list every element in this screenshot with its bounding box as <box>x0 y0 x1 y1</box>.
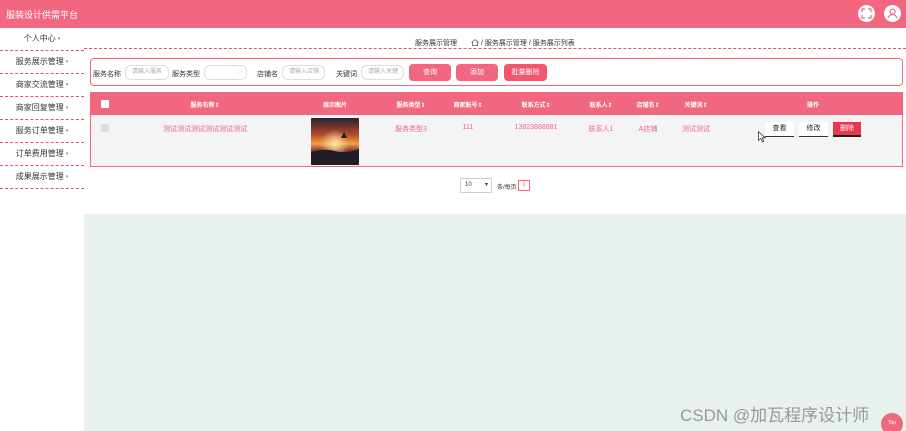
app-title: 服装设计供需平台 <box>6 10 79 20</box>
cell-shop-name: A店铺 <box>638 126 658 133</box>
back-to-top-button[interactable]: Top <box>881 413 903 431</box>
sidebar-item-label: 成果展示管理 <box>15 172 64 182</box>
chevron-down-icon: ▾ <box>57 36 61 42</box>
service-name-input[interactable]: 请输入服务 <box>125 65 169 80</box>
column-header: 展示图片 <box>322 103 348 109</box>
cell-service-name: 测试测试测试测试测试测试 <box>163 126 247 133</box>
chevron-down-icon: ▾ <box>65 128 69 134</box>
sidebar-item-label: 商家交流管理 <box>15 80 64 90</box>
cell-phone: 13823888881 <box>514 124 558 131</box>
sidebar-item-label: 商家回复管理 <box>15 103 64 113</box>
sidebar: 个人中心 ▾ 服务展示管理 ▾ 商家交流管理 ▾ 商家回复管理 ▾ 服务订单管理 ▾ 订单… <box>0 28 84 431</box>
chevron-down-icon: ▾ <box>65 105 69 111</box>
service-name-label: 服务名称 <box>93 71 121 78</box>
breadcrumb-divider <box>84 48 906 49</box>
batch-delete-button[interactable]: 批量删除 <box>504 64 547 81</box>
cell-merchant-account: 111 <box>462 124 474 131</box>
shop-name-input[interactable]: 请输入店铺 <box>282 65 325 80</box>
search-bar: 服务名称 请输入服务 服务类型 ⌵ 店铺名 请输入店铺 关键词 请输入关键 查询… <box>90 58 903 86</box>
shop-name-label: 店铺名 <box>257 71 278 78</box>
column-header: 操作 <box>806 103 820 109</box>
row-checkbox[interactable] <box>101 124 109 132</box>
sidebar-item-personal-center[interactable]: 个人中心 ▾ <box>0 28 84 51</box>
table-header: 服务名称⇕ 展示图片 服务类型⇕ 商家账号⇕ 联系方式⇕ 联系人⇕ 店铺名⇕ 关… <box>91 93 902 115</box>
chevron-down-icon: ▾ <box>65 82 69 88</box>
sidebar-item-results-display[interactable]: 成果展示管理 ▾ <box>0 166 84 189</box>
page-size-select[interactable]: 10 ▾ <box>460 178 492 193</box>
chevron-down-icon: ⌵ <box>237 69 242 75</box>
delete-button[interactable]: 删除 <box>833 122 861 137</box>
search-button[interactable]: 查询 <box>409 64 451 81</box>
cell-service-type: 服务类型3 <box>395 126 427 133</box>
service-type-select[interactable]: ⌵ <box>204 65 247 80</box>
chevron-down-icon: ▾ <box>65 59 69 65</box>
content-background <box>84 214 906 431</box>
chevron-down-icon: ▾ <box>65 174 69 180</box>
column-header[interactable]: 服务名称⇕ <box>190 100 219 109</box>
sidebar-item-service-display[interactable]: 服务展示管理 ▾ <box>0 51 84 74</box>
keyword-input[interactable]: 请输入关键 <box>361 65 404 80</box>
display-image <box>311 118 359 165</box>
page-size-value: 10 <box>465 182 472 188</box>
add-button[interactable]: 添加 <box>456 64 498 81</box>
top-bar: 服装设计供需平台 <box>0 0 906 28</box>
keyword-label: 关键词 <box>336 71 357 78</box>
view-button[interactable]: 查看 <box>765 122 794 137</box>
service-type-label: 服务类型 <box>172 71 200 78</box>
cell-contact: 联系人1 <box>588 126 614 133</box>
sidebar-item-label: 个人中心 <box>23 34 56 44</box>
column-header[interactable]: 联系方式⇕ <box>521 100 550 109</box>
home-icon[interactable] <box>471 39 479 46</box>
column-header[interactable]: 服务类型⇕ <box>396 100 425 109</box>
breadcrumb: 服务展示管理 / 服务展示管理 / 服务展示列表 <box>415 38 575 48</box>
sidebar-item-label: 服务展示管理 <box>15 57 64 67</box>
user-icon[interactable] <box>884 5 901 22</box>
watermark: CSDN @加瓦程序设计师 <box>680 406 870 425</box>
column-header[interactable]: 关键词⇕ <box>684 100 707 109</box>
select-all-checkbox[interactable] <box>101 100 109 108</box>
per-page-label: 条/每页 <box>497 185 517 191</box>
edit-button[interactable]: 修改 <box>799 122 828 137</box>
sidebar-item-service-orders[interactable]: 服务订单管理 ▾ <box>0 120 84 143</box>
page-number[interactable]: 1 <box>518 180 530 191</box>
breadcrumb-section: 服务展示管理 <box>415 40 457 47</box>
sidebar-item-order-fees[interactable]: 订单费用管理 ▾ <box>0 143 84 166</box>
column-header[interactable]: 商家账号⇕ <box>453 100 482 109</box>
chevron-down-icon: ▾ <box>484 182 488 188</box>
service-table: 服务名称⇕ 展示图片 服务类型⇕ 商家账号⇕ 联系方式⇕ 联系人⇕ 店铺名⇕ 关… <box>90 92 903 167</box>
column-header[interactable]: 联系人⇕ <box>589 100 612 109</box>
sidebar-item-merchant-exchange[interactable]: 商家交流管理 ▾ <box>0 74 84 97</box>
mouse-cursor-icon <box>758 131 766 143</box>
cell-keyword: 测试测试 <box>682 126 710 133</box>
fullscreen-icon[interactable] <box>858 5 875 22</box>
column-header[interactable]: 店铺名⇕ <box>636 100 659 109</box>
sidebar-item-label: 服务订单管理 <box>15 126 64 136</box>
chevron-down-icon: ▾ <box>65 151 69 157</box>
sidebar-item-label: 订单费用管理 <box>15 149 64 159</box>
sidebar-item-merchant-reply[interactable]: 商家回复管理 ▾ <box>0 97 84 120</box>
breadcrumb-path[interactable]: / 服务展示管理 / 服务展示列表 <box>481 40 575 47</box>
